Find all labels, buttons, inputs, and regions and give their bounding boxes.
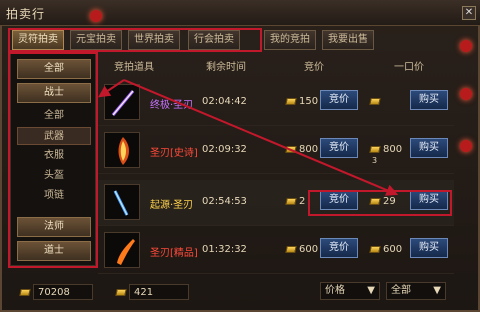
remaining-time: 02:09:32 — [202, 144, 247, 155]
bid-button[interactable]: 竞价 — [320, 138, 358, 158]
gold-icon — [369, 145, 381, 153]
lantern-icon — [460, 40, 472, 52]
buy-button[interactable]: 购买 — [410, 238, 448, 258]
currency-1: 70208 — [19, 284, 93, 300]
gold-icon — [285, 145, 297, 153]
weapon-icon — [104, 84, 140, 120]
bid-amount: 2 — [285, 196, 305, 207]
buyout-amount — [369, 96, 383, 107]
item-name: 终极·圣刃 — [150, 100, 194, 111]
bid-amount: 800 — [285, 144, 318, 155]
weapon-icon — [104, 232, 140, 268]
table-row[interactable]: 圣刃[史诗] 02:09:32 800 竞价 800 3 购买 — [98, 128, 454, 174]
table-row[interactable]: 圣刃[精品] 01:32:32 600 竞价 600 购买 — [98, 228, 454, 274]
item-name: 圣刃[史诗] — [150, 148, 198, 159]
list-header: 竞拍道具 剩余时间 竞价 一口价 — [98, 54, 458, 73]
filter-dropdown[interactable]: 全部 ▼ — [386, 282, 446, 300]
bottom-bar: 70208 421 价格 ▼ 全部 ▼ — [0, 276, 480, 312]
buy-button[interactable]: 购买 — [410, 138, 448, 158]
buyout-amount: 600 — [369, 244, 402, 255]
header-item: 竞拍道具 — [114, 62, 154, 73]
header-time: 剩余时间 — [206, 62, 246, 73]
window-title: 拍卖行 — [6, 7, 46, 21]
chevron-down-icon: ▼ — [367, 285, 375, 296]
header-buyout: 一口价 — [394, 62, 424, 73]
gold-icon — [369, 245, 381, 253]
gold-icon — [369, 97, 381, 105]
buyout-amount: 800 — [369, 144, 402, 155]
lantern-icon — [460, 88, 472, 100]
tab-sell[interactable]: 我要出售 — [322, 30, 374, 50]
sidebar-highlight — [8, 52, 98, 268]
gold-icon — [19, 288, 31, 296]
buyout-subscript: 3 — [372, 156, 378, 165]
gold-icon — [285, 197, 297, 205]
bid-button[interactable]: 竞价 — [320, 90, 358, 110]
tabs-highlight — [8, 28, 262, 52]
chevron-down-icon: ▼ — [433, 285, 441, 296]
weapon-icon — [104, 184, 140, 220]
remaining-time: 01:32:32 — [202, 244, 247, 255]
item-name: 起源·圣刃 — [150, 200, 194, 211]
table-row[interactable]: 终极·圣刃 02:04:42 150 竞价 购买 — [98, 80, 454, 126]
bid-amount: 150 — [285, 96, 318, 107]
gold-icon — [285, 245, 297, 253]
buy-button[interactable]: 购买 — [410, 90, 448, 110]
gold-icon — [115, 288, 127, 296]
weapon-icon — [104, 132, 140, 168]
close-button[interactable]: ✕ — [462, 6, 476, 20]
header-bid: 竞价 — [304, 62, 324, 73]
buyout-highlight — [308, 190, 452, 216]
gold-icon — [285, 97, 297, 105]
tab-my-bids[interactable]: 我的竞拍 — [264, 30, 316, 50]
lantern-icon — [460, 140, 472, 152]
remaining-time: 02:54:53 — [202, 196, 247, 207]
item-name: 圣刃[精品] — [150, 248, 198, 259]
currency-2: 421 — [115, 284, 189, 300]
bid-button[interactable]: 竞价 — [320, 238, 358, 258]
title-bar: 拍卖行 ✕ — [0, 0, 480, 26]
remaining-time: 02:04:42 — [202, 96, 247, 107]
bid-amount: 600 — [285, 244, 318, 255]
sort-dropdown[interactable]: 价格 ▼ — [320, 282, 380, 300]
lantern-icon — [90, 10, 102, 22]
